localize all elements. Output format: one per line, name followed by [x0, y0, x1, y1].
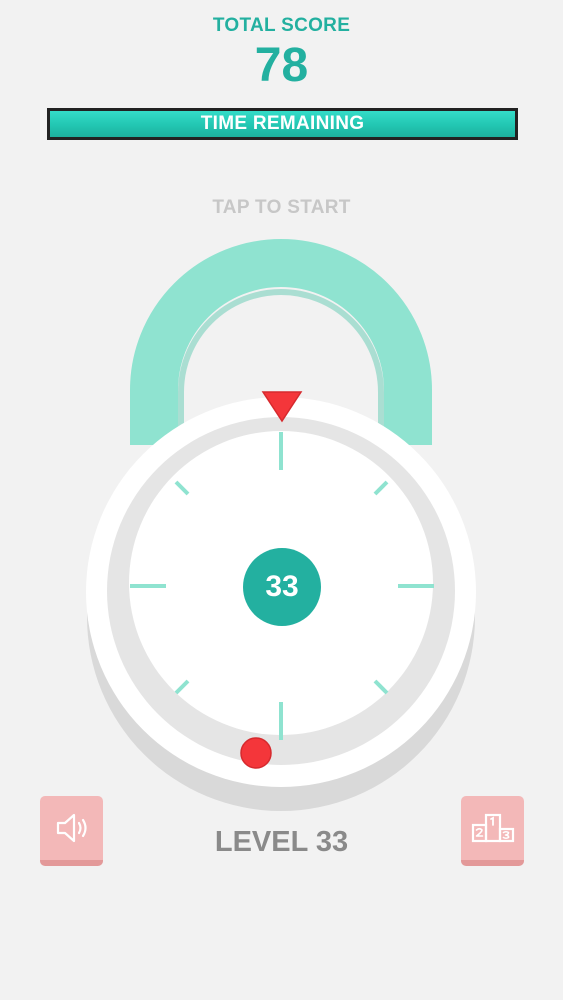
level-target-number: 33 — [265, 570, 299, 603]
podium-icon — [471, 813, 514, 843]
leaderboard-button[interactable] — [461, 796, 524, 866]
target-dot — [240, 737, 272, 769]
